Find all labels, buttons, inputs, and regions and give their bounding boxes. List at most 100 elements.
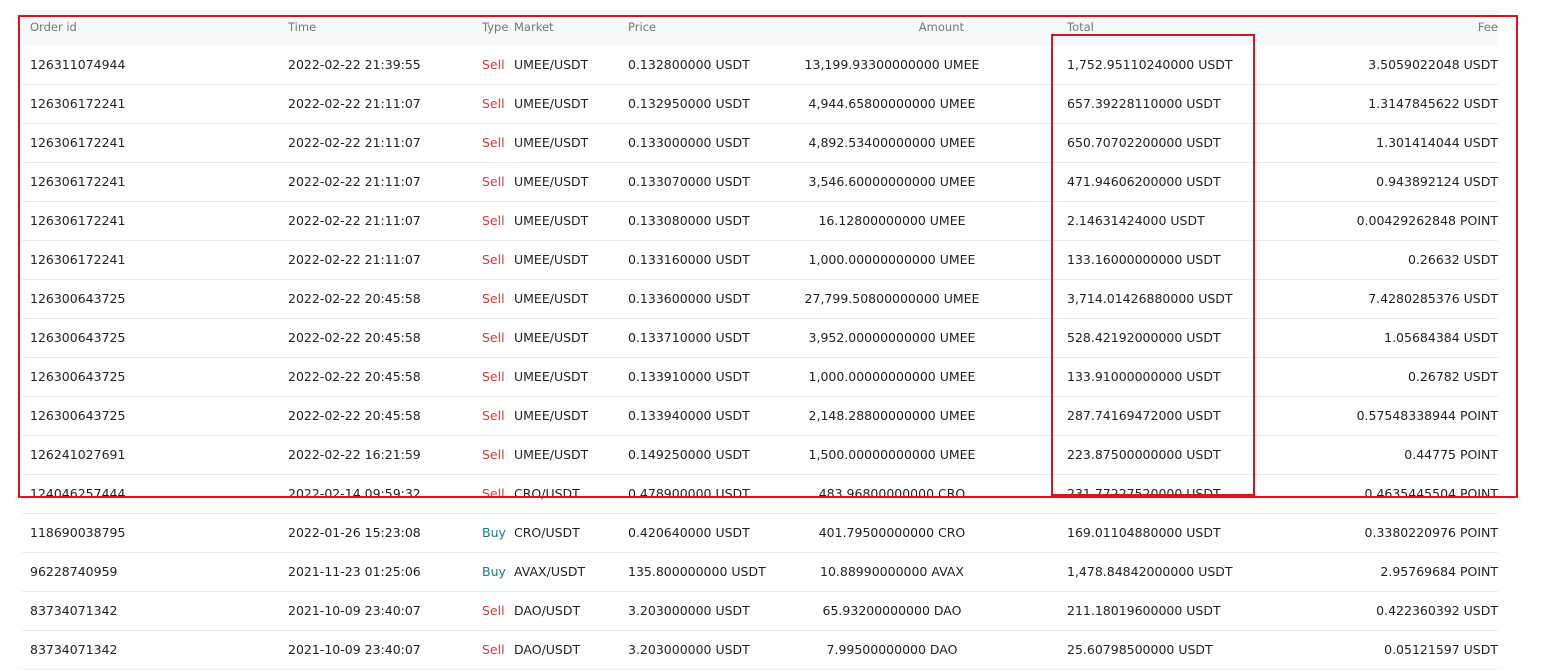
time-cell: 2022-02-22 16:21:59 [288, 447, 421, 462]
market-cell: UMEE/USDT [514, 213, 589, 228]
table-row[interactable]: 83734071342 2021-10-09 23:40:07 Sell DAO/US… [22, 592, 1498, 631]
fee-cell: 0.44775 POINT [1404, 447, 1498, 462]
total-cell: 2.14631424000 USDT [1067, 213, 1205, 228]
price-cell: 0.133000000 USDT [628, 135, 750, 150]
total-cell: 25.60798500000 USDT [1067, 642, 1213, 657]
fee-cell: 0.26782 USDT [1407, 369, 1498, 384]
order-id-cell: 126311074944 [30, 57, 126, 72]
table-row[interactable]: 124046257444 2022-02-14 09:59:32 Sell CRO/U… [22, 475, 1498, 514]
amount-cell: 2,148.28800000000 UMEE [808, 408, 976, 423]
type-cell: Sell [482, 369, 505, 384]
price-cell: 0.133070000 USDT [628, 174, 750, 189]
header-amount[interactable]: Amount [758, 8, 1026, 46]
total-cell: 169.01104880000 USDT [1067, 525, 1221, 540]
order-id-cell: 96228740959 [30, 564, 118, 579]
time-cell: 2022-02-22 21:11:07 [288, 174, 421, 189]
time-cell: 2022-02-22 20:45:58 [288, 330, 421, 345]
table-row[interactable]: 126311074944 2022-02-22 21:39:55 Sell UMEE/… [22, 46, 1498, 85]
order-id-cell: 126300643725 [30, 408, 126, 423]
total-cell: 471.94606200000 USDT [1067, 174, 1221, 189]
table-row[interactable]: 83734071342 2021-10-09 23:40:07 Sell DAO/US… [22, 631, 1498, 670]
fee-cell: 0.422360392 USDT [1376, 603, 1498, 618]
total-cell: 650.70702200000 USDT [1067, 135, 1221, 150]
total-cell: 3,714.01426880000 USDT [1067, 291, 1233, 306]
header-total[interactable]: Total [1067, 8, 1094, 46]
fee-cell: 0.57548338944 POINT [1356, 408, 1498, 423]
table-row[interactable]: 126306172241 2022-02-22 21:11:07 Sell UMEE/… [22, 163, 1498, 202]
order-id-cell: 126306172241 [30, 135, 126, 150]
type-cell: Buy [482, 525, 506, 540]
table-row[interactable]: 96228740959 2021-11-23 01:25:06 Buy AVAX/US… [22, 553, 1498, 592]
total-cell: 528.42192000000 USDT [1067, 330, 1221, 345]
amount-cell: 1,000.00000000000 UMEE [808, 369, 976, 384]
price-cell: 0.133710000 USDT [628, 330, 750, 345]
order-id-cell: 126306172241 [30, 252, 126, 267]
time-cell: 2022-02-22 21:11:07 [288, 252, 421, 267]
header-fee[interactable]: Fee [1478, 8, 1498, 46]
table-row[interactable]: 118690038795 2022-01-26 15:23:08 Buy CRO/US… [22, 514, 1498, 553]
price-cell: 0.133160000 USDT [628, 252, 750, 267]
time-cell: 2022-02-22 21:11:07 [288, 96, 421, 111]
table-row[interactable]: 126306172241 2022-02-22 21:11:07 Sell UMEE/… [22, 241, 1498, 280]
fee-cell: 1.301414044 USDT [1376, 135, 1498, 150]
total-cell: 133.91000000000 USDT [1067, 369, 1221, 384]
order-id-cell: 126300643725 [30, 330, 126, 345]
table-row[interactable]: 126241027691 2022-02-22 16:21:59 Sell UMEE/… [22, 436, 1498, 475]
order-id-cell: 118690038795 [30, 525, 126, 540]
market-cell: UMEE/USDT [514, 369, 589, 384]
amount-cell: 4,892.53400000000 UMEE [808, 135, 976, 150]
amount-cell: 27,799.50800000000 UMEE [804, 291, 980, 306]
type-cell: Sell [482, 174, 505, 189]
type-cell: Sell [482, 96, 505, 111]
header-price[interactable]: Price [628, 8, 656, 46]
amount-cell: 401.79500000000 CRO [818, 525, 966, 540]
market-cell: UMEE/USDT [514, 135, 589, 150]
table-header: Order id Time Type Market Price Amount T… [22, 10, 1498, 46]
price-cell: 0.478900000 USDT [628, 486, 750, 501]
order-id-cell: 126300643725 [30, 291, 126, 306]
order-id-cell: 126306172241 [30, 174, 126, 189]
type-cell: Sell [482, 408, 505, 423]
price-cell: 0.133600000 USDT [628, 291, 750, 306]
table-row[interactable]: 126306172241 2022-02-22 21:11:07 Sell UMEE/… [22, 124, 1498, 163]
price-cell: 0.132800000 USDT [628, 57, 750, 72]
total-cell: 223.87500000000 USDT [1067, 447, 1221, 462]
market-cell: UMEE/USDT [514, 330, 589, 345]
header-order-id[interactable]: Order id [30, 8, 77, 46]
header-time[interactable]: Time [288, 8, 316, 46]
table-row[interactable]: 126300643725 2022-02-22 20:45:58 Sell UMEE/… [22, 358, 1498, 397]
amount-cell: 1,500.00000000000 UMEE [808, 447, 976, 462]
price-cell: 0.133080000 USDT [628, 213, 750, 228]
table-row[interactable]: 126300643725 2022-02-22 20:45:58 Sell UMEE/… [22, 319, 1498, 358]
fee-cell: 0.943892124 USDT [1376, 174, 1498, 189]
header-market[interactable]: Market [514, 8, 554, 46]
total-cell: 1,478.84842000000 USDT [1067, 564, 1233, 579]
fee-cell: 0.26632 USDT [1407, 252, 1498, 267]
price-cell: 0.149250000 USDT [628, 447, 750, 462]
market-cell: UMEE/USDT [514, 57, 589, 72]
time-cell: 2022-01-26 15:23:08 [288, 525, 421, 540]
fee-cell: 1.3147845622 USDT [1368, 96, 1498, 111]
trade-history-table: Order id Time Type Market Price Amount T… [22, 10, 1498, 670]
table-row[interactable]: 126300643725 2022-02-22 20:45:58 Sell UMEE/… [22, 397, 1498, 436]
type-cell: Sell [482, 252, 505, 267]
header-type[interactable]: Type [482, 8, 508, 46]
time-cell: 2022-02-14 09:59:32 [288, 486, 421, 501]
table-row[interactable]: 126300643725 2022-02-22 20:45:58 Sell UMEE/… [22, 280, 1498, 319]
fee-cell: 2.95769684 POINT [1380, 564, 1498, 579]
time-cell: 2022-02-22 20:45:58 [288, 291, 421, 306]
type-cell: Sell [482, 603, 505, 618]
amount-cell: 7.99500000000 DAO [826, 642, 958, 657]
amount-cell: 483.96800000000 CRO [818, 486, 966, 501]
order-id-cell: 124046257444 [30, 486, 126, 501]
table-row[interactable]: 126306172241 2022-02-22 21:11:07 Sell UMEE/… [22, 202, 1498, 241]
type-cell: Sell [482, 447, 505, 462]
market-cell: UMEE/USDT [514, 447, 589, 462]
price-cell: 0.132950000 USDT [628, 96, 750, 111]
table-row[interactable]: 126306172241 2022-02-22 21:11:07 Sell UMEE/… [22, 85, 1498, 124]
market-cell: UMEE/USDT [514, 408, 589, 423]
market-cell: UMEE/USDT [514, 174, 589, 189]
market-cell: CRO/USDT [514, 525, 580, 540]
price-cell: 135.800000000 USDT [628, 564, 766, 579]
time-cell: 2022-02-22 21:11:07 [288, 213, 421, 228]
